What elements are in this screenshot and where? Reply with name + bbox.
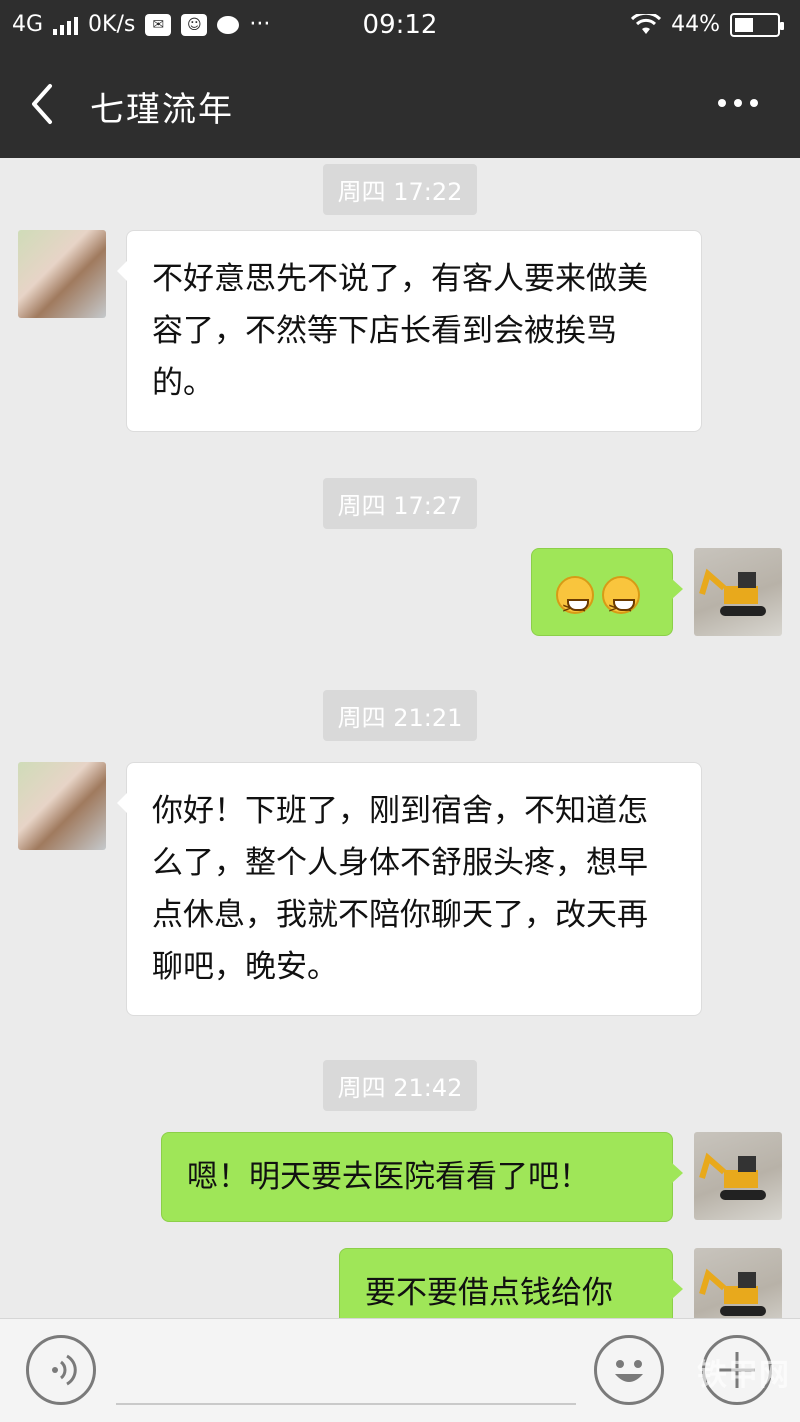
back-arrow-icon xyxy=(32,84,52,124)
chat-title: 七瑾流年 xyxy=(90,90,234,130)
timestamp: 周四 21:21 xyxy=(0,690,800,741)
input-bar xyxy=(0,1318,800,1422)
emoji-button[interactable] xyxy=(594,1335,664,1405)
dot-icon xyxy=(718,99,726,107)
voice-button[interactable] xyxy=(26,1335,96,1405)
timestamp: 周四 21:42 xyxy=(0,1060,800,1111)
battery-icon xyxy=(730,12,784,37)
incoming-message[interactable]: 不好意思先不说了，有客人要来做美容了，不然等下店长看到会被挨骂的。 xyxy=(117,230,702,432)
my-avatar[interactable] xyxy=(694,548,782,636)
incoming-message[interactable]: 你好！下班了，刚到宿舍，不知道怎么了，整个人身体不舒服头疼，想早点休息，我就不陪… xyxy=(117,762,702,1016)
excavator-icon xyxy=(699,568,766,616)
grinning-face-emoji xyxy=(602,575,640,634)
outgoing-message[interactable] xyxy=(531,548,683,636)
more-options-button[interactable] xyxy=(718,88,762,118)
my-avatar[interactable] xyxy=(694,1132,782,1220)
contact-avatar[interactable] xyxy=(18,230,106,318)
chat-area[interactable]: 周四 17:22 不好意思先不说了，有客人要来做美容了，不然等下店长看到会被挨骂… xyxy=(0,158,800,1318)
chat-header: 七瑾流年 xyxy=(0,52,800,158)
timestamp: 周四 17:22 xyxy=(0,164,800,215)
voice-icon xyxy=(52,1354,77,1386)
dot-icon xyxy=(750,99,758,107)
status-bar: 4G 0K/s ✉ ☺ ··· 09:12 44% xyxy=(0,0,800,52)
emoji-icon xyxy=(615,1360,643,1382)
status-right: 44% xyxy=(631,12,784,37)
timestamp: 周四 17:27 xyxy=(0,478,800,529)
contact-avatar[interactable] xyxy=(18,762,106,850)
battery-percent: 44% xyxy=(671,12,720,37)
excavator-icon xyxy=(699,1268,766,1316)
back-button[interactable] xyxy=(22,82,66,126)
my-avatar[interactable] xyxy=(694,1248,782,1318)
wifi-icon xyxy=(631,13,662,34)
outgoing-message[interactable]: 嗯！明天要去医院看看了吧！ xyxy=(161,1132,683,1222)
grinning-face-emoji xyxy=(556,575,594,634)
watermark: 铁甲网 xyxy=(697,1358,790,1393)
message-input[interactable] xyxy=(116,1403,576,1405)
dot-icon xyxy=(734,99,742,107)
outgoing-message[interactable]: 要不要借点钱给你 xyxy=(339,1248,683,1318)
excavator-icon xyxy=(699,1152,766,1200)
